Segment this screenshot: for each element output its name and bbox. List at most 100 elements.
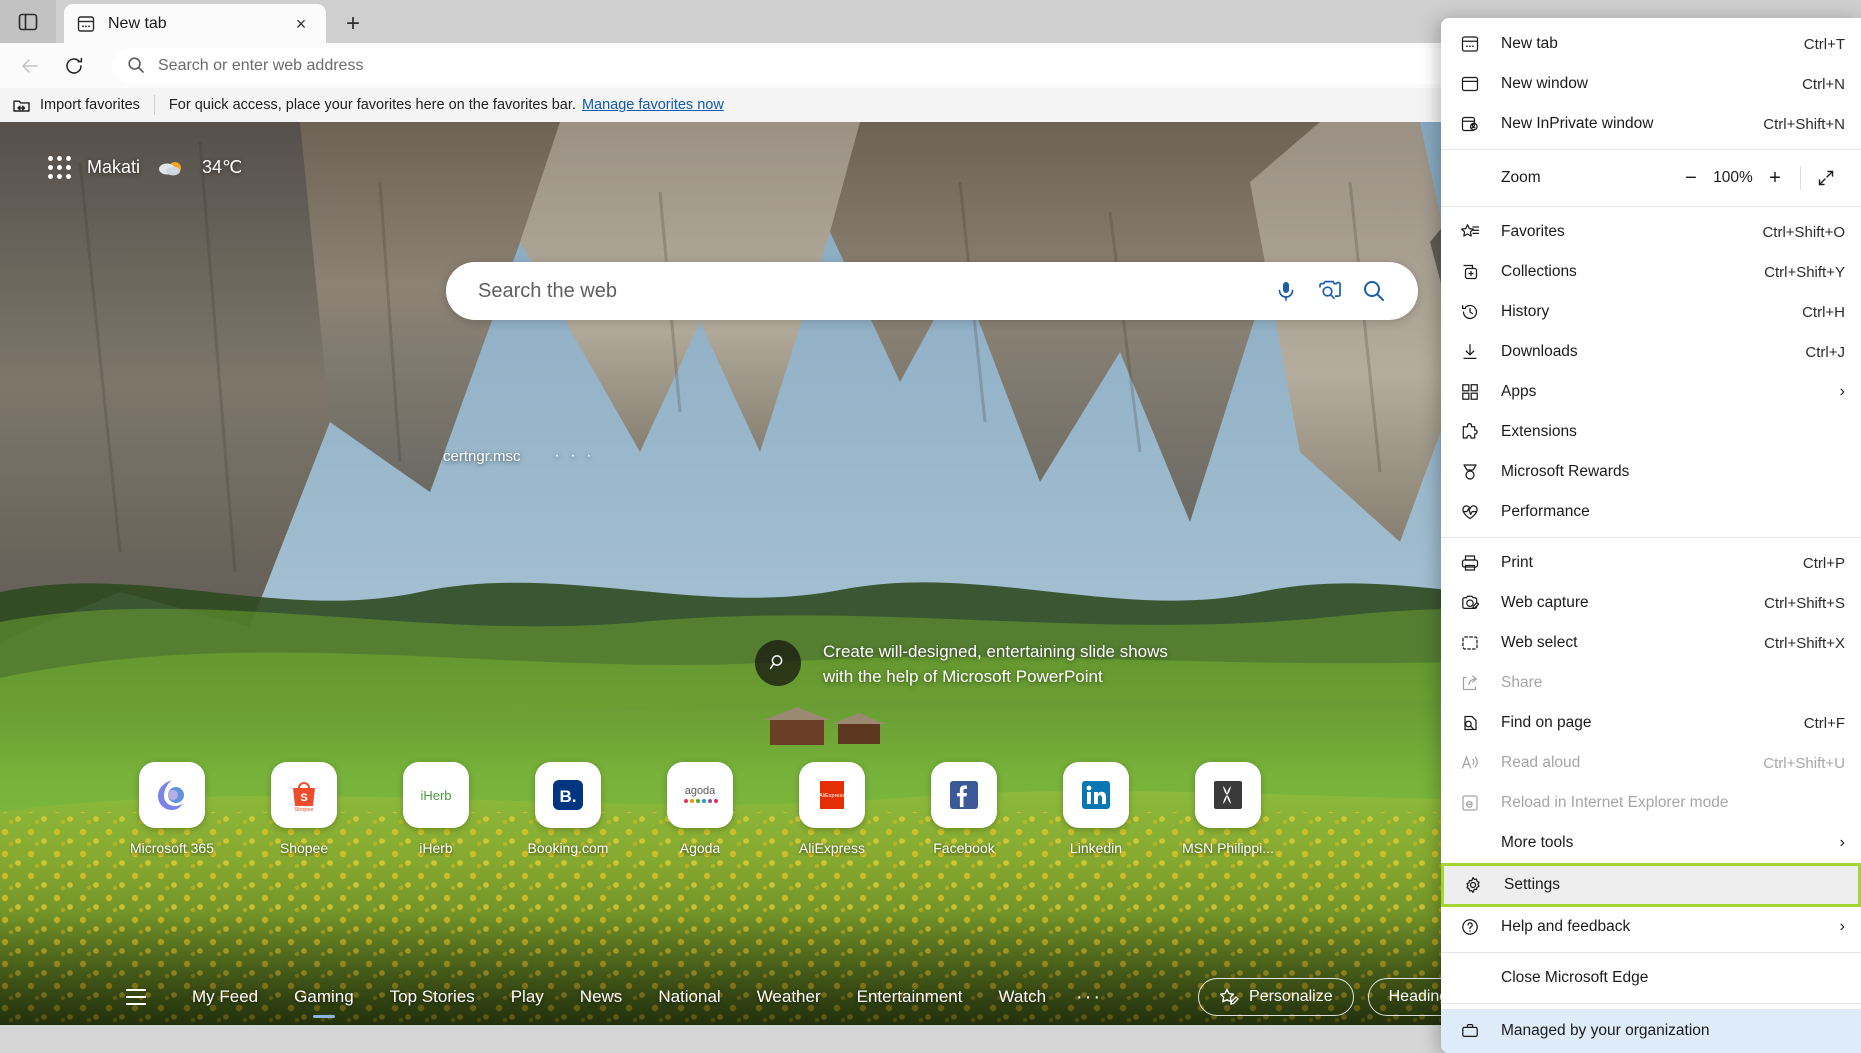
menu-item-new-inprivate-window[interactable]: New InPrivate window Ctrl+Shift+N (1441, 104, 1861, 144)
menu-item-label: New InPrivate window (1501, 115, 1654, 132)
menu-item-label: Read aloud (1501, 754, 1581, 771)
menu-item-web-select[interactable]: Web select Ctrl+Shift+X (1441, 623, 1861, 663)
import-favorites-button[interactable]: Import favorites (12, 96, 154, 115)
menu-item-microsoft-rewards[interactable]: Microsoft Rewards (1441, 452, 1861, 492)
weather-city[interactable]: Makati (87, 157, 140, 178)
divider (1441, 1003, 1861, 1004)
shortcut-aliexpress[interactable]: AliExpress AliExpress (785, 762, 879, 856)
menu-item-settings[interactable]: Settings (1441, 863, 1861, 907)
feed-item-top-stories[interactable]: Top Stories (372, 987, 493, 1007)
menu-item-print[interactable]: Print Ctrl+P (1441, 543, 1861, 583)
menu-item-share[interactable]: Share (1441, 663, 1861, 703)
menu-item-shortcut: Ctrl+P (1802, 554, 1845, 572)
menu-item-find-on-page[interactable]: Find on page Ctrl+F (1441, 703, 1861, 743)
feed-item-play[interactable]: Play (493, 987, 562, 1007)
shortcut-facebook[interactable]: Facebook (917, 762, 1011, 856)
fullscreen-icon[interactable] (1807, 161, 1845, 195)
ntp-search-placeholder: Search the web (478, 279, 617, 302)
aliexpress-icon: AliExpress (799, 762, 865, 828)
manage-favorites-link[interactable]: Manage favorites now (582, 97, 724, 113)
menu-item-label: New window (1501, 75, 1589, 92)
close-icon[interactable]: × (288, 11, 314, 37)
menu-item-new-tab[interactable]: New tab Ctrl+T (1441, 24, 1861, 64)
favorites-bar-message: For quick access, place your favorites h… (168, 97, 576, 113)
shortcut-msn[interactable]: MSN Philippi... (1181, 762, 1275, 856)
feed-item-entertainment[interactable]: Entertainment (839, 987, 981, 1007)
menu-item-extensions[interactable]: Extensions (1441, 412, 1861, 452)
personalize-button[interactable]: Personalize (1198, 978, 1354, 1016)
tab-new-tab[interactable]: New tab × (64, 4, 326, 43)
menu-item-web-capture[interactable]: Web capture Ctrl+Shift+S (1441, 583, 1861, 623)
feed-item-weather[interactable]: Weather (739, 987, 839, 1007)
agoda-icon: agoda (667, 762, 733, 828)
shortcut-agoda[interactable]: agoda Agoda (653, 762, 747, 856)
menu-item-performance[interactable]: Performance (1441, 492, 1861, 532)
content-promo[interactable]: Create will-designed, entertaining slide… (755, 640, 1175, 690)
menu-item-label: History (1501, 303, 1550, 320)
menu-item-downloads[interactable]: Downloads Ctrl+J (1441, 332, 1861, 372)
shortcut-linkedin[interactable]: Linkedin (1049, 762, 1143, 856)
menu-item-read-aloud[interactable]: Read aloud Ctrl+Shift+U (1441, 743, 1861, 783)
collections-icon (1459, 261, 1481, 283)
menu-item-more-tools[interactable]: More tools › (1441, 823, 1861, 863)
shortcut-shopee[interactable]: S Shopee Shopee (257, 762, 351, 856)
suggestion-more-icon[interactable]: · · · (555, 447, 595, 465)
shortcut-microsoft-365[interactable]: Microsoft 365 (125, 762, 219, 856)
menu-item-apps[interactable]: Apps › (1441, 372, 1861, 412)
tab-title: New tab (108, 14, 167, 32)
menu-zoom-row: Zoom − 100% + (1441, 155, 1861, 201)
more-tools-spacer-icon (1459, 832, 1481, 854)
menu-item-favorites[interactable]: Favorites Ctrl+Shift+O (1441, 212, 1861, 252)
divider (1441, 952, 1861, 953)
menu-item-collections[interactable]: Collections Ctrl+Shift+Y (1441, 252, 1861, 292)
menu-item-shortcut: Ctrl+F (1803, 714, 1845, 732)
back-button[interactable] (10, 48, 50, 84)
feed-item-gaming[interactable]: Gaming (276, 987, 372, 1007)
menu-item-shortcut: Ctrl+T (1803, 35, 1845, 53)
tab-search-icon[interactable] (0, 0, 56, 43)
feed-item-national[interactable]: National (640, 987, 738, 1007)
zoom-in-button[interactable]: + (1756, 161, 1794, 195)
hamburger-icon[interactable] (126, 989, 146, 1005)
app-grid-icon[interactable] (48, 156, 71, 179)
refresh-button[interactable] (54, 48, 94, 84)
find-icon (1459, 712, 1481, 734)
import-favorites-icon (12, 96, 31, 115)
divider (1441, 149, 1861, 150)
menu-item-shortcut: Ctrl+Shift+U (1763, 754, 1845, 772)
newtab-icon (76, 14, 96, 34)
microphone-icon[interactable] (1264, 269, 1308, 313)
webcapture-icon (1459, 592, 1481, 614)
import-favorites-label: Import favorites (40, 97, 140, 113)
shortcut-iherb[interactable]: iHerb iHerb (389, 762, 483, 856)
menu-item-reload-in-ie-mode[interactable]: Reload in Internet Explorer mode (1441, 783, 1861, 823)
menu-item-new-window[interactable]: New window Ctrl+N (1441, 64, 1861, 104)
downloads-icon (1459, 341, 1481, 363)
search-icon[interactable] (1352, 269, 1396, 313)
extensions-icon (1459, 421, 1481, 443)
feed-more-icon[interactable]: ··· (1064, 986, 1114, 1009)
zoom-label: Zoom (1501, 169, 1541, 186)
newwindow-icon (1459, 73, 1481, 95)
help-icon (1459, 916, 1481, 938)
visual-search-icon[interactable] (1308, 269, 1352, 313)
new-tab-button[interactable]: + (332, 4, 374, 43)
zoom-out-button[interactable]: − (1672, 161, 1710, 195)
menu-item-close-microsoft-edge[interactable]: Close Microsoft Edge (1441, 958, 1861, 998)
shortcut-booking[interactable]: B. Booking.com (521, 762, 615, 856)
menu-item-label: Web select (1501, 634, 1578, 651)
menu-item-help-and-feedback[interactable]: Help and feedback › (1441, 907, 1861, 947)
partly-cloudy-icon (156, 157, 186, 179)
menu-item-managed-by-organization[interactable]: Managed by your organization (1441, 1009, 1861, 1053)
suggestion-text[interactable]: certngr.msc (443, 448, 521, 465)
menu-item-history[interactable]: History Ctrl+H (1441, 292, 1861, 332)
feed-item-news[interactable]: News (562, 987, 641, 1007)
feed-item-my-feed[interactable]: My Feed (174, 987, 276, 1007)
weather-temperature[interactable]: 34℃ (202, 157, 242, 178)
ntp-search-box[interactable]: Search the web (446, 262, 1418, 320)
svg-text:AliExpress: AliExpress (819, 793, 845, 799)
share-icon (1459, 672, 1481, 694)
history-icon (1459, 301, 1481, 323)
feed-item-watch[interactable]: Watch (980, 987, 1064, 1007)
ntp-search-suggestion[interactable]: certngr.msc · · · (443, 447, 594, 465)
